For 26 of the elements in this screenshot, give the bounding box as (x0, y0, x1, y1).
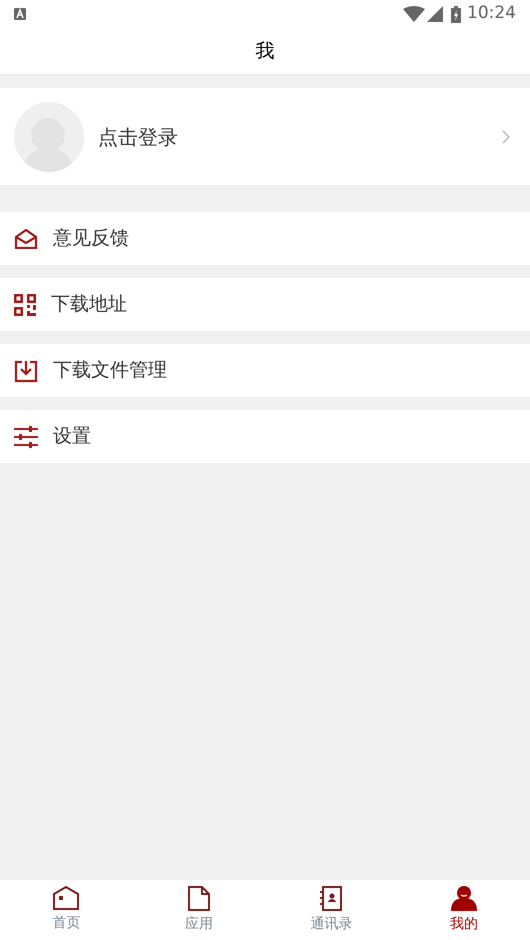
page-title: 我 (256, 38, 274, 64)
envelope-icon (14, 228, 38, 248)
battery-icon (451, 6, 461, 22)
avatar-icon (14, 102, 84, 172)
document-icon (188, 886, 210, 910)
signal-icon (427, 6, 443, 22)
login-row[interactable]: 点击登录 (0, 88, 530, 185)
qr-code-icon (14, 294, 36, 316)
download-icon (14, 358, 38, 382)
wifi-icon (403, 6, 425, 22)
menu-item[interactable]: 下载文件管理 (0, 344, 530, 397)
house-icon (53, 886, 80, 910)
tab-bar-item[interactable]: 我的 (398, 880, 530, 940)
menu-item[interactable]: 设置 (0, 410, 530, 463)
login-label: 点击登录 (98, 124, 178, 150)
menu-item[interactable]: 下载地址 (0, 278, 530, 331)
address-book-icon (320, 886, 342, 910)
person-icon (450, 886, 477, 910)
menu-item[interactable]: 意见反馈 (0, 212, 530, 265)
sliders-icon (14, 426, 38, 448)
tab-bar-item[interactable]: 首页 (0, 880, 132, 940)
chevron-right-icon (502, 130, 510, 144)
clock-time: 10:24 (467, 2, 516, 26)
tab-bar-item[interactable]: 通讯录 (265, 880, 398, 940)
tab-bar-item[interactable]: 应用 (132, 880, 265, 940)
keyboard-notification-icon (14, 8, 26, 20)
